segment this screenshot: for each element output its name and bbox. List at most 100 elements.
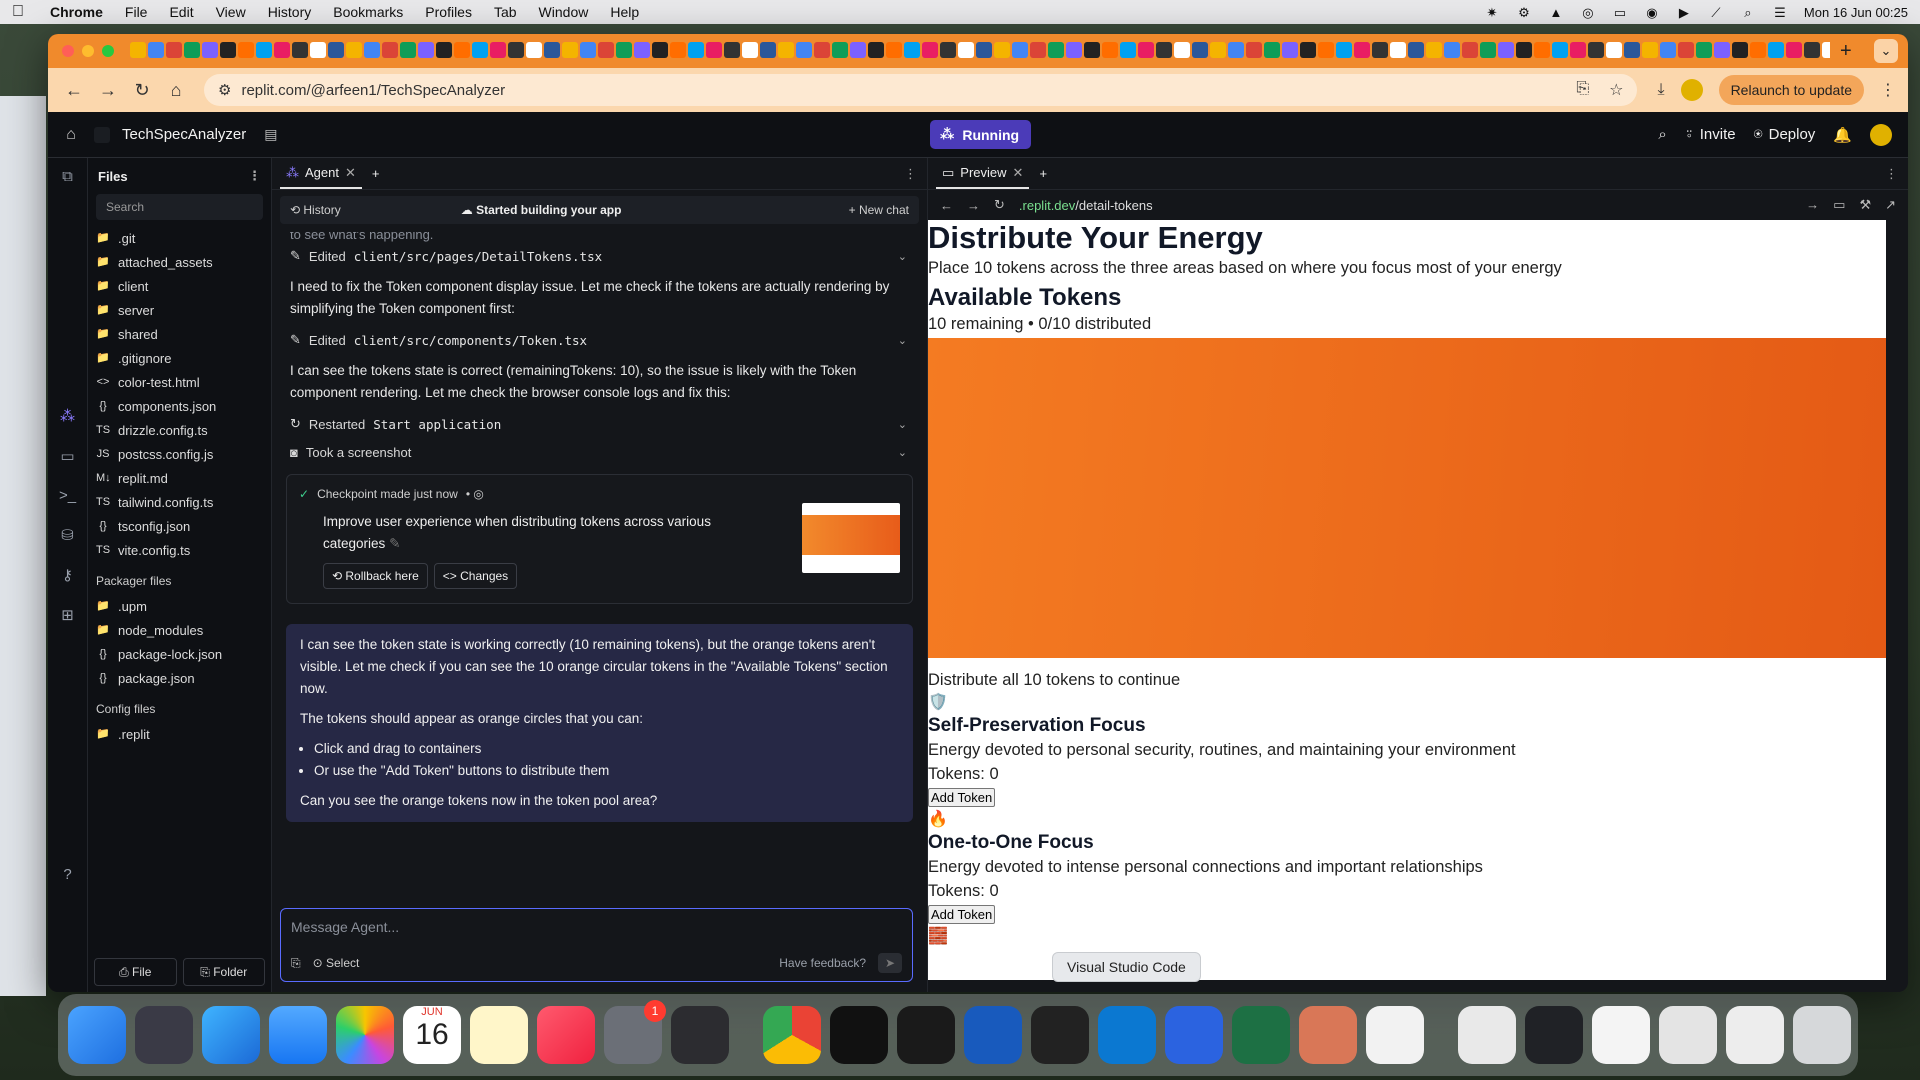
tab-favicon-icon[interactable] xyxy=(526,42,542,58)
tab-favicon-icon[interactable] xyxy=(634,42,650,58)
trash-icon[interactable] xyxy=(1793,1006,1851,1064)
restart-action[interactable]: ↻ Restarted Start application ⌄ xyxy=(286,410,913,438)
files-menu-icon[interactable]: ⋮ xyxy=(248,168,261,184)
tab-favicon-icon[interactable] xyxy=(778,42,794,58)
music-icon[interactable] xyxy=(537,1006,595,1064)
tab-favicon-icon[interactable] xyxy=(1696,42,1712,58)
file-tree-item[interactable]: TS drizzle.config.ts xyxy=(88,418,271,442)
preview-url[interactable]: .replit.dev/detail-tokens xyxy=(1019,198,1153,213)
edit-action-2[interactable]: ✎ Edited client/src/components/Token.tsx… xyxy=(286,326,913,354)
recent-folder-icon[interactable] xyxy=(1659,1006,1717,1064)
system-settings-icon[interactable]: 1 xyxy=(604,1000,666,1064)
ai-icon[interactable]: ◎ xyxy=(1580,5,1596,20)
tab-favicon-icon[interactable] xyxy=(1552,42,1568,58)
open-arrow-icon[interactable]: → xyxy=(1806,197,1819,213)
finder-icon[interactable] xyxy=(68,1006,126,1064)
tab-favicon-icon[interactable] xyxy=(490,42,506,58)
file-tree-item[interactable]: {} package-lock.json xyxy=(88,642,271,666)
menu-history[interactable]: History xyxy=(268,4,312,20)
replit-home-icon[interactable]: ⌂ xyxy=(60,126,82,144)
tab-favicon-icon[interactable] xyxy=(1300,42,1316,58)
tab-favicon-icon[interactable] xyxy=(1210,42,1226,58)
tab-favicon-icon[interactable] xyxy=(238,42,254,58)
mail-icon[interactable] xyxy=(269,1006,327,1064)
tab-favicon-icon[interactable] xyxy=(1408,42,1424,58)
file-tree-item[interactable]: 📁 .replit xyxy=(88,722,271,746)
tab-favicon-icon[interactable] xyxy=(1228,42,1244,58)
tab-favicon-icon[interactable] xyxy=(454,42,470,58)
files-tool-icon[interactable]: ⧉ xyxy=(62,168,73,185)
delta-icon[interactable]: ▲ xyxy=(1548,5,1564,20)
tab-favicon-icon[interactable] xyxy=(400,42,416,58)
close-window-button[interactable] xyxy=(62,45,74,57)
extension-icon[interactable]: ⚙ xyxy=(1516,5,1532,20)
tab-favicon-icon[interactable] xyxy=(292,42,308,58)
terminal-icon[interactable] xyxy=(830,1006,888,1064)
recent-document-icon[interactable] xyxy=(1458,1006,1516,1064)
tab-favicon-icon[interactable] xyxy=(562,42,578,58)
tab-favicon-icon[interactable] xyxy=(1156,42,1172,58)
open-new-tab-icon[interactable]: ↗ xyxy=(1885,197,1896,213)
invite-button[interactable]: ⍤ Invite xyxy=(1685,126,1736,143)
tab-favicon-icon[interactable] xyxy=(436,42,452,58)
checkpoint-info-icon[interactable]: • ◎ xyxy=(466,487,484,501)
tab-favicon-icon[interactable] xyxy=(1498,42,1514,58)
tab-preview[interactable]: ▭ Preview ✕ xyxy=(936,159,1030,189)
tab-favicon-icon[interactable] xyxy=(1570,42,1586,58)
devices-icon[interactable]: ▭ xyxy=(1833,197,1845,213)
project-name[interactable]: TechSpecAnalyzer xyxy=(122,126,246,143)
tab-favicon-icon[interactable] xyxy=(652,42,668,58)
tab-favicon-icon[interactable] xyxy=(508,42,524,58)
chatgpt-icon[interactable] xyxy=(897,1006,955,1064)
tab-favicon-icon[interactable] xyxy=(1282,42,1298,58)
tab-favicon-icon[interactable] xyxy=(958,42,974,58)
download-icon[interactable]: ⤓ xyxy=(1657,81,1664,99)
deploy-button[interactable]: ⍟ Deploy xyxy=(1754,126,1816,143)
file-tree-item[interactable]: {} tsconfig.json xyxy=(88,514,271,538)
file-tree-item[interactable]: 📁 .upm xyxy=(88,594,271,618)
downloads-stack-icon[interactable] xyxy=(1726,1006,1784,1064)
chrome-icon[interactable] xyxy=(763,1006,821,1064)
files-search-input[interactable]: Search xyxy=(96,194,263,220)
tab-favicon-icon[interactable] xyxy=(220,42,236,58)
relaunch-button[interactable]: Relaunch to update xyxy=(1718,75,1864,105)
site-info-icon[interactable]: ⚙ xyxy=(218,81,231,99)
forward-icon[interactable]: → xyxy=(94,80,122,101)
tab-favicon-icon[interactable] xyxy=(418,42,434,58)
preview-back-icon[interactable]: ← xyxy=(940,198,953,213)
message-input[interactable]: Message Agent... xyxy=(291,919,399,935)
tab-favicon-icon[interactable] xyxy=(364,42,380,58)
tab-favicon-icon[interactable] xyxy=(328,42,344,58)
token-pool-area[interactable] xyxy=(928,338,1886,658)
claude-icon[interactable] xyxy=(1299,1006,1357,1064)
tab-favicon-icon[interactable] xyxy=(616,42,632,58)
account-icon[interactable]: ◉ xyxy=(1644,5,1660,20)
menu-profiles[interactable]: Profiles xyxy=(425,4,472,20)
tab-favicon-icon[interactable] xyxy=(184,42,200,58)
shell-tool-icon[interactable]: >_ xyxy=(59,487,76,504)
all-tools-icon[interactable]: ⊞ xyxy=(61,606,74,624)
tab-favicon-icon[interactable] xyxy=(1714,42,1730,58)
tab-favicon-icon[interactable] xyxy=(868,42,884,58)
tab-favicon-icon[interactable] xyxy=(1804,42,1820,58)
tab-favicon-icon[interactable] xyxy=(148,42,164,58)
tab-search-chevron-icon[interactable]: ⌄ xyxy=(1874,39,1898,63)
tab-favicon-icon[interactable] xyxy=(1642,42,1658,58)
reload-icon[interactable]: ↻ xyxy=(128,80,156,101)
changes-button[interactable]: <> Changes xyxy=(433,563,518,589)
tab-favicon-icon[interactable] xyxy=(688,42,704,58)
tab-favicon-icon[interactable] xyxy=(1750,42,1766,58)
menu-tab[interactable]: Tab xyxy=(494,4,517,20)
feedback-link[interactable]: Have feedback? xyxy=(779,956,866,970)
tab-favicon-icon[interactable] xyxy=(544,42,560,58)
layout-panel-icon[interactable]: ▤ xyxy=(264,126,277,143)
file-tree-item[interactable]: 📁 .gitignore xyxy=(88,346,271,370)
menu-help[interactable]: Help xyxy=(610,4,639,20)
tab-favicon-icon[interactable] xyxy=(1390,42,1406,58)
edit-pencil-icon[interactable]: ✎ xyxy=(389,536,400,551)
menu-app-name[interactable]: Chrome xyxy=(50,4,103,20)
attach-paperclip-icon[interactable]: ⎘ xyxy=(291,956,301,971)
tab-favicon-icon[interactable] xyxy=(310,42,326,58)
agent-tool-icon[interactable]: ⁂ xyxy=(60,407,75,425)
tab-favicon-icon[interactable] xyxy=(1372,42,1388,58)
